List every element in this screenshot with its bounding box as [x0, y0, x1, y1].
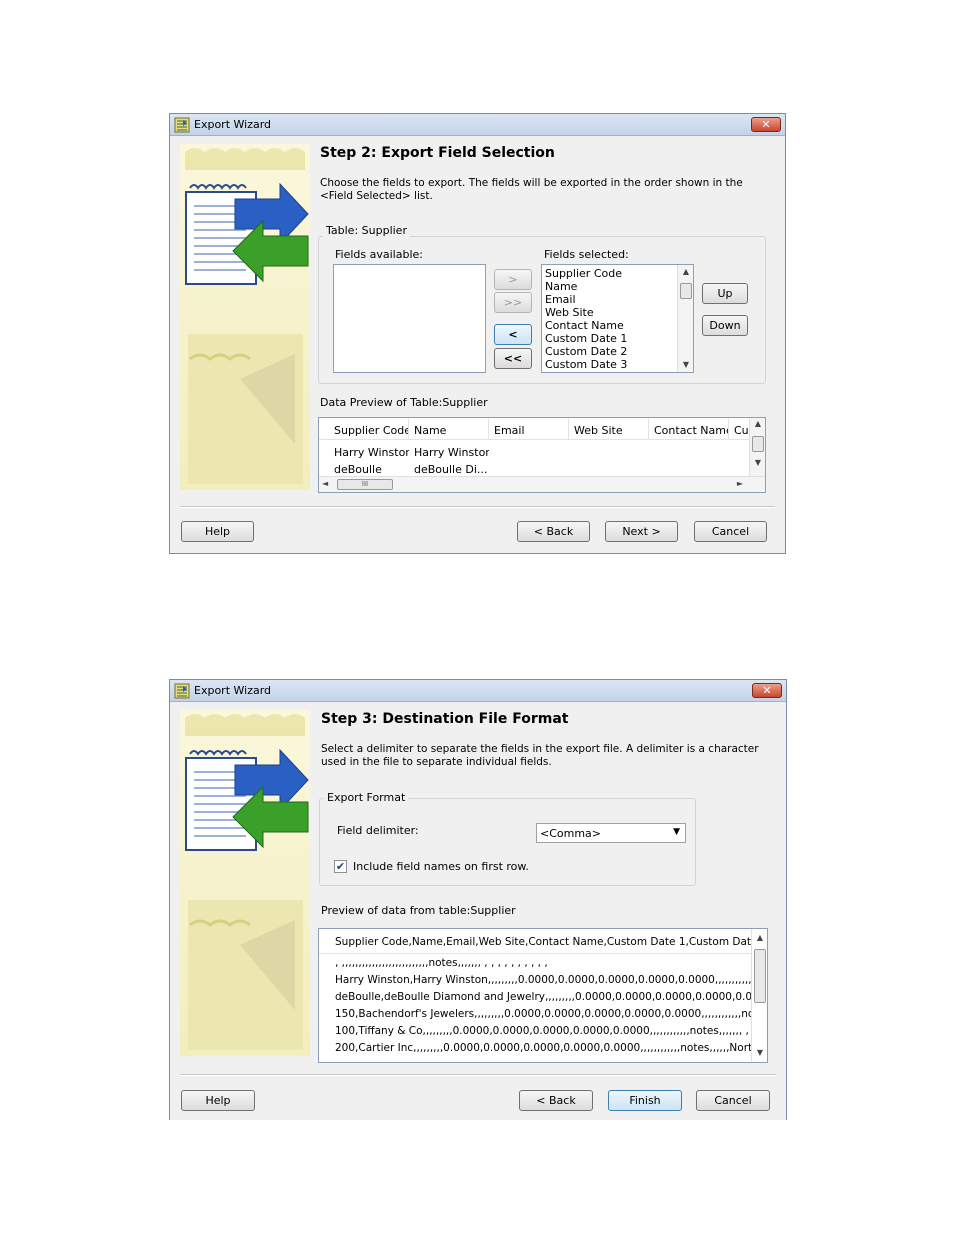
next-button[interactable]: Next >: [605, 521, 678, 542]
list-item[interactable]: Custom Date 1: [545, 332, 627, 345]
list-item: , ,,,,,,,,,,,,,,,,,,,,,,,,,,notes,,,,,,,…: [335, 957, 548, 969]
scroll-down-icon[interactable]: ▼: [752, 1047, 767, 1059]
window-title: Export Wizard: [194, 118, 272, 131]
list-item[interactable]: Custom Date 3: [545, 358, 627, 371]
button-separator: [180, 1074, 776, 1076]
list-item: 100,Tiffany & Co,,,,,,,,,0.0000,0.0000,0…: [335, 1025, 768, 1037]
preview-scrollbar[interactable]: ▲ ▼: [751, 929, 767, 1062]
scroll-hthumb[interactable]: III: [337, 479, 393, 490]
scroll-up-icon[interactable]: ▲: [752, 932, 767, 944]
remove-field-button[interactable]: <: [494, 324, 532, 345]
step-description: Choose the fields to export. The fields …: [320, 177, 743, 202]
button-separator: [180, 506, 775, 508]
scroll-left-icon[interactable]: ◄: [322, 479, 328, 488]
scroll-thumb[interactable]: [752, 436, 764, 452]
scroll-grip-icon: III: [361, 480, 369, 488]
include-names-checkbox[interactable]: ✔: [334, 860, 347, 873]
list-item: 150,Bachendorf's Jewelers,,,,,,,,,0.0000…: [335, 1008, 768, 1020]
scroll-thumb[interactable]: [754, 949, 766, 1003]
add-field-button[interactable]: >: [494, 269, 532, 290]
cancel-button[interactable]: Cancel: [696, 1090, 770, 1111]
preview-label: Preview of data from table:Supplier: [321, 904, 516, 917]
step-title: Step 3: Destination File Format: [321, 711, 569, 727]
column-header[interactable]: Name: [409, 418, 489, 440]
chevron-down-icon[interactable]: ▼: [673, 827, 680, 837]
close-button[interactable]: ✕: [751, 117, 781, 132]
fields-selected-scrollbar[interactable]: ▲ ▼: [677, 265, 693, 372]
scroll-right-icon[interactable]: ►: [737, 479, 743, 488]
fields-selected-list[interactable]: Supplier Code Name Email Web Site Contac…: [541, 264, 694, 373]
help-button[interactable]: Help: [181, 1090, 255, 1111]
wizard-side-graphic: [180, 144, 310, 490]
export-wizard-step3-dialog: Export Wizard ✕ Step 3: Destination File…: [169, 679, 787, 1120]
scroll-thumb[interactable]: [680, 283, 692, 299]
list-item[interactable]: Web Site: [545, 306, 594, 319]
table-cell: Harry Winston: [334, 446, 409, 459]
move-up-button[interactable]: Up: [702, 283, 748, 304]
finish-button[interactable]: Finish: [608, 1090, 682, 1111]
field-delimiter-value: <Comma>: [540, 827, 602, 840]
field-delimiter-label: Field delimiter:: [337, 824, 419, 837]
grid-vertical-scrollbar[interactable]: ▲ ▼: [749, 418, 765, 476]
wizard-side-graphic: [180, 710, 310, 1056]
move-down-button[interactable]: Down: [702, 315, 748, 336]
column-header[interactable]: Supplier Code: [329, 418, 409, 440]
wizard-app-icon: [174, 683, 190, 699]
close-button[interactable]: ✕: [752, 683, 782, 698]
title-bar: Export Wizard ✕: [170, 114, 785, 136]
list-item[interactable]: Contact Name: [545, 319, 624, 332]
scroll-up-icon[interactable]: ▲: [678, 266, 693, 278]
export-wizard-step2-dialog: Export Wizard ✕ Step 2: Export Field Sel…: [169, 113, 786, 554]
list-item: deBoulle,deBoulle Diamond and Jewelry,,,…: [335, 991, 768, 1003]
add-all-fields-button[interactable]: >>: [494, 292, 532, 313]
step-title: Step 2: Export Field Selection: [320, 145, 555, 161]
column-header[interactable]: Web Site: [569, 418, 649, 440]
list-item[interactable]: Name: [545, 280, 577, 293]
export-format-group-label: Export Format: [324, 791, 409, 804]
scroll-down-icon[interactable]: ▼: [750, 458, 765, 467]
list-item[interactable]: Custom Date 2: [545, 345, 627, 358]
grid-horizontal-scrollbar[interactable]: ◄ III ►: [319, 476, 765, 492]
remove-all-fields-button[interactable]: <<: [494, 348, 532, 369]
back-button[interactable]: < Back: [517, 521, 590, 542]
window-title: Export Wizard: [194, 684, 272, 697]
cancel-button[interactable]: Cancel: [694, 521, 767, 542]
table-cell: deBoulle Di...: [414, 463, 488, 476]
fields-available-label: Fields available:: [335, 248, 423, 261]
preview-header-line: Supplier Code,Name,Email,Web Site,Contac…: [335, 936, 768, 948]
table-cell: deBoulle: [334, 463, 382, 476]
fields-available-list[interactable]: [333, 264, 486, 373]
list-item[interactable]: Supplier Code: [545, 267, 622, 280]
field-delimiter-select[interactable]: <Comma> ▼: [536, 823, 686, 843]
column-header[interactable]: Contact Name: [649, 418, 729, 440]
preview-text-area[interactable]: Supplier Code,Name,Email,Web Site,Contac…: [318, 928, 768, 1063]
back-button[interactable]: < Back: [519, 1090, 593, 1111]
scroll-up-icon[interactable]: ▲: [750, 419, 765, 428]
include-names-label[interactable]: Include field names on first row.: [353, 860, 529, 873]
scroll-down-icon[interactable]: ▼: [678, 359, 693, 371]
step-description: Select a delimiter to separate the field…: [321, 743, 759, 768]
table-cell: Harry Winston: [414, 446, 489, 459]
list-item: Harry Winston,Harry Winston,,,,,,,,,0.00…: [335, 974, 768, 986]
column-header[interactable]: Email: [489, 418, 569, 440]
list-item[interactable]: Email: [545, 293, 576, 306]
title-bar: Export Wizard ✕: [170, 680, 786, 702]
data-preview-grid[interactable]: Supplier Code Name Email Web Site Contac…: [318, 417, 766, 493]
help-button[interactable]: Help: [181, 521, 254, 542]
column-header[interactable]: Cu: [729, 418, 751, 440]
wizard-app-icon: [174, 117, 190, 133]
fields-selected-label: Fields selected:: [544, 248, 629, 261]
list-item: 200,Cartier Inc,,,,,,,,,0.0000,0.0000,0.…: [335, 1042, 768, 1054]
data-preview-label: Data Preview of Table:Supplier: [320, 396, 488, 409]
table-group-label: Table: Supplier: [323, 224, 410, 237]
